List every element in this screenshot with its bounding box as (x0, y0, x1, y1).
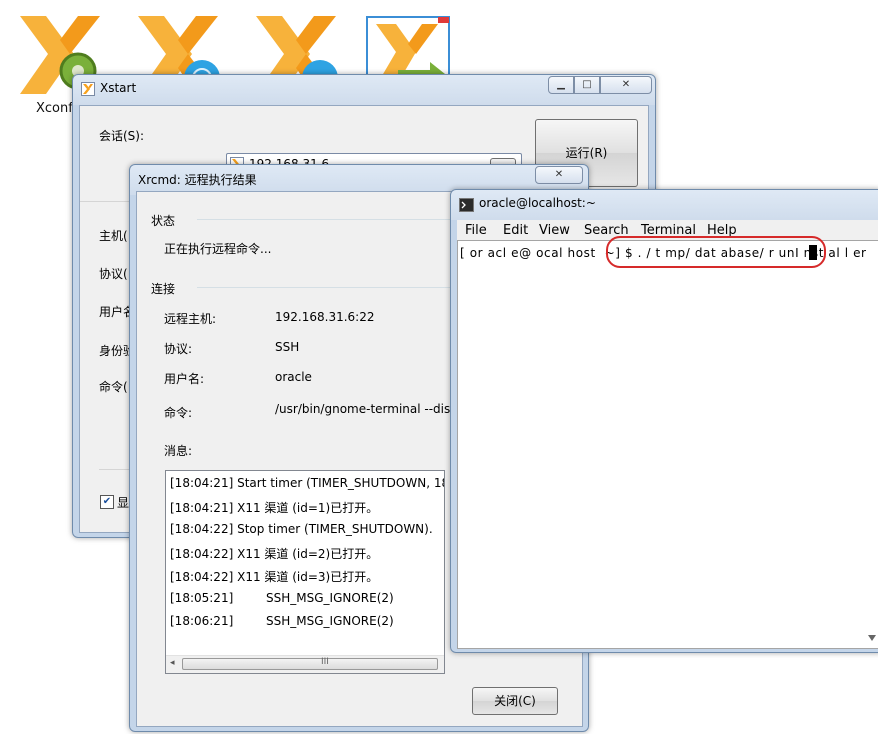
terminal-title: oracle@localhost:~ (479, 196, 596, 210)
terminal-cursor (809, 245, 817, 260)
terminal-window[interactable]: oracle@localhost:~ File Edit View Search… (450, 189, 878, 653)
command-label: 命令: (164, 406, 193, 420)
xstart-title-icon (81, 82, 95, 96)
menu-terminal[interactable]: Terminal (641, 223, 696, 238)
list-item: [18:04:22] X11 渠道 (id=3)已打开。 (170, 570, 379, 584)
terminal-icon (459, 198, 474, 212)
terminal-scrollbar[interactable] (865, 243, 878, 645)
scroll-left-icon[interactable]: ◂ (170, 658, 175, 668)
list-item: [18:04:22] X11 渠道 (id=2)已打开。 (170, 547, 379, 561)
xconfig-caption: Xconf (36, 101, 73, 116)
messages-label: 消息: (164, 444, 193, 458)
menu-file[interactable]: File (465, 223, 487, 238)
xstart-title: Xstart (100, 81, 137, 95)
show-checkbox[interactable]: ✔ (100, 495, 114, 509)
xrcmd-title: Xrcmd: 远程执行结果 (138, 173, 257, 187)
menu-help[interactable]: Help (707, 223, 737, 238)
list-item: [18:05:21] SSH_MSG_IGNORE(2) (170, 591, 394, 605)
menu-search[interactable]: Search (584, 223, 629, 238)
list-item: [18:06:21] SSH_MSG_IGNORE(2) (170, 614, 394, 628)
scroll-grip: III (321, 657, 329, 667)
menu-edit[interactable]: Edit (503, 223, 528, 238)
user-label: 用户名: (164, 372, 205, 386)
status-section-title: 状态 (151, 214, 176, 228)
session-label: 会话(S): (99, 129, 145, 143)
list-item: [18:04:21] X11 渠道 (id=1)已打开。 (170, 501, 379, 515)
command-label: 命令( (99, 380, 128, 394)
close-dialog-button[interactable]: 关闭(C) (472, 687, 558, 715)
list-item: [18:04:21] Start timer (TIMER_SHUTDOWN, … (170, 476, 445, 490)
scroll-thumb[interactable]: III (182, 657, 438, 670)
close-button[interactable]: ✕ (600, 76, 652, 94)
remote-host-label: 远程主机: (164, 312, 217, 326)
protocol-label: 协议( (99, 267, 128, 281)
remote-host-value: 192.168.31.6:22 (275, 310, 375, 324)
minimize-button[interactable]: ▁ (548, 76, 574, 94)
close-button[interactable]: ✕ (535, 166, 583, 184)
menu-view[interactable]: View (539, 223, 570, 238)
status-text: 正在执行远程命令... (164, 242, 272, 256)
terminal-screen[interactable]: [ or acl e@ ocal host ~] $ . / t mp/ dat… (457, 240, 878, 649)
horizontal-scrollbar[interactable]: ◂ III (166, 655, 444, 673)
terminal-menubar: File Edit View Search Terminal Help (457, 220, 878, 240)
connection-section-title: 连接 (151, 282, 176, 296)
user-value: oracle (275, 370, 312, 384)
command-value: /usr/bin/gnome-terminal --dis (275, 402, 451, 416)
maximize-button[interactable]: □ (574, 76, 600, 94)
protocol-value: SSH (275, 340, 300, 354)
host-label: 主机( (99, 229, 128, 243)
list-item: [18:04:22] Stop timer (TIMER_SHUTDOWN). (170, 522, 433, 536)
messages-list[interactable]: [18:04:21] Start timer (TIMER_SHUTDOWN, … (165, 470, 445, 674)
terminal-prompt-line: [ or acl e@ ocal host ~] $ . / t mp/ dat… (460, 246, 867, 260)
protocol-label: 协议: (164, 342, 193, 356)
